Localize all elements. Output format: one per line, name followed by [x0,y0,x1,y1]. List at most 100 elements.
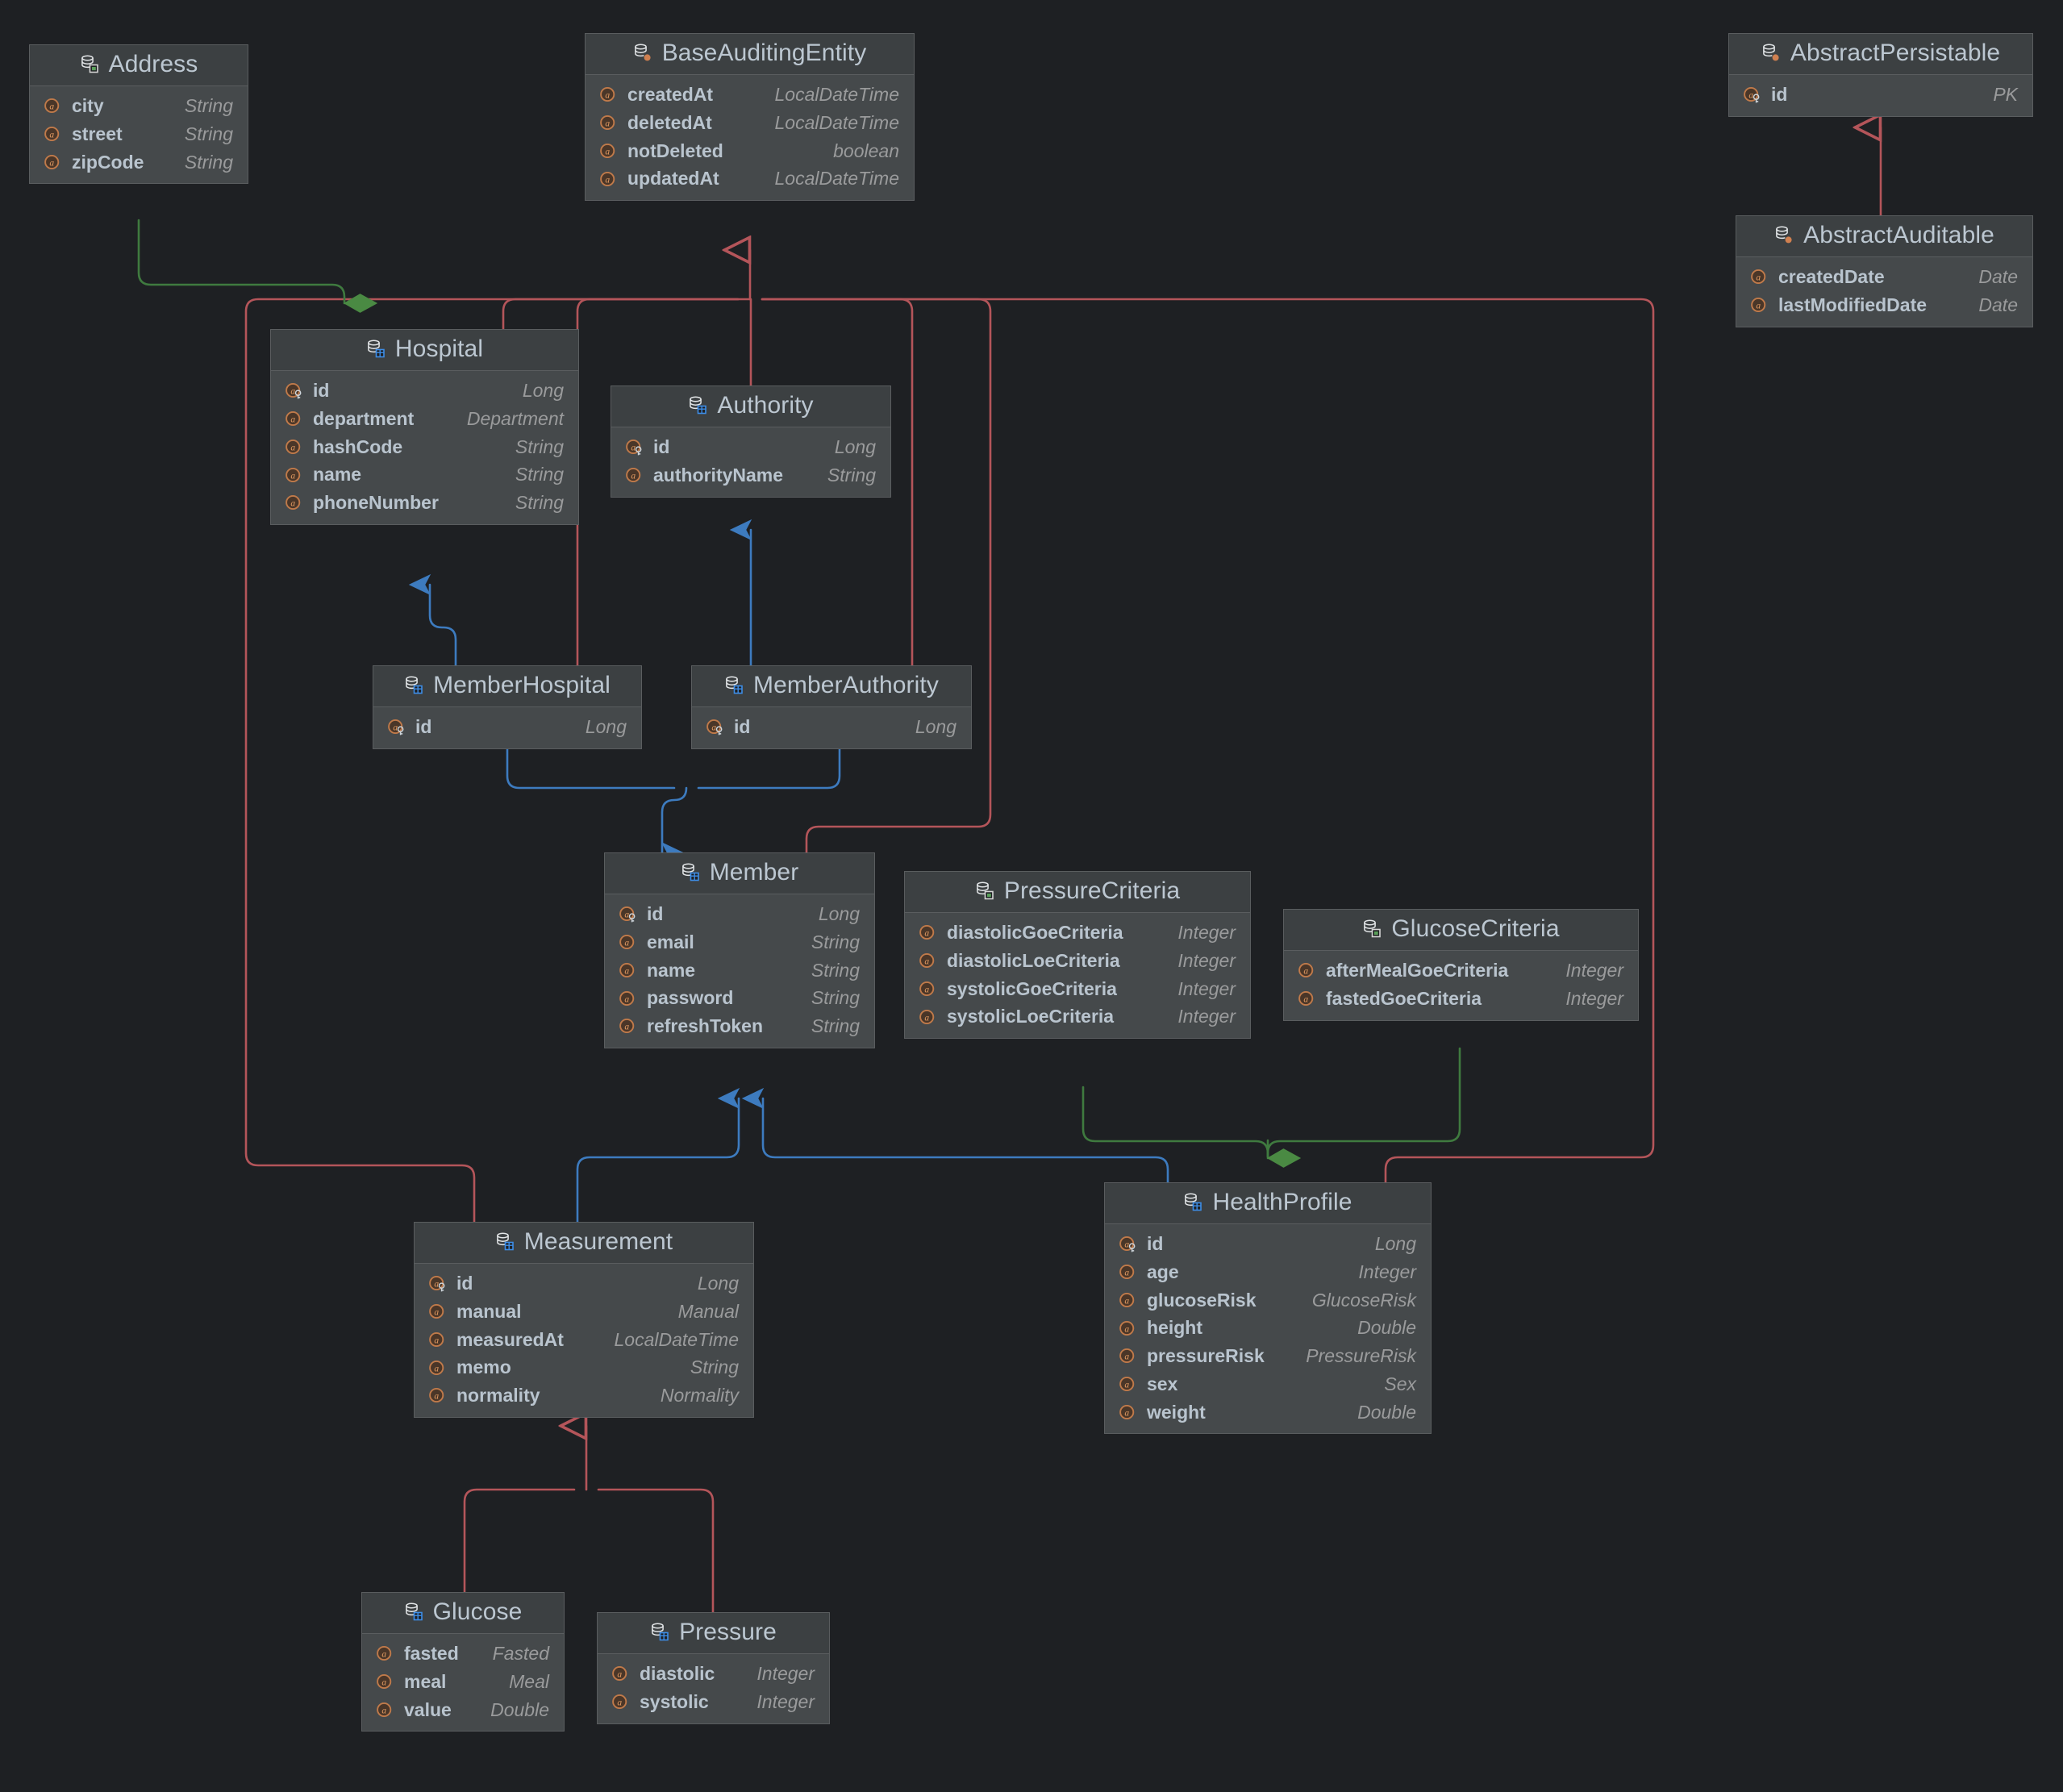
svg-text:a: a [381,1706,386,1715]
uml-attribute-name: id [653,436,670,457]
uml-class-header-healthprofile: HealthProfile [1105,1183,1431,1224]
uml-attribute-name: measuredAt [456,1328,564,1350]
uml-attribute-row[interactable]: a systolicGoeCriteria Integer [905,975,1250,1003]
uml-class-memberauthority[interactable]: MemberAuthority a id Long [691,665,972,749]
uml-attribute-row[interactable]: a systolicLoeCriteria Integer [905,1002,1250,1031]
uml-attribute-row[interactable]: a meal Meal [362,1668,564,1696]
uml-attribute-row[interactable]: a password String [605,984,874,1012]
uml-attribute-row[interactable]: a phoneNumber String [271,489,578,517]
uml-attribute-type: String [811,987,860,1009]
uml-class-abstractauditable[interactable]: AbstractAuditable a createdDate Date a lastMo… [1736,215,2033,327]
uml-class-hospital[interactable]: Hospital a id Long a department Department a has… [270,329,579,525]
uml-attribute-type: Long [834,436,876,457]
uml-attribute-row[interactable]: a diastolicGoeCriteria Integer [905,919,1250,947]
uml-attribute-row[interactable]: a name String [605,956,874,985]
edge-pressurecriteria-to-healthprofile [1082,1086,1269,1158]
uml-class-header-authority: Authority [611,386,890,427]
attribute-icon: a [427,1301,448,1322]
uml-attribute-row[interactable]: a pressureRisk PressureRisk [1105,1342,1431,1370]
uml-attribute-row[interactable]: a createdDate Date [1736,263,2032,291]
uml-attribute-row[interactable]: a measuredAt LocalDateTime [415,1326,753,1354]
uml-attribute-row[interactable]: a lastModifiedDate Date [1736,291,2032,319]
uml-attribute-row[interactable]: a name String [271,461,578,489]
uml-class-glucose[interactable]: Glucose a fasted Fasted a meal Meal a value Doubl… [361,1592,565,1732]
uml-attribute-row[interactable]: a systolic Integer [598,1688,829,1716]
uml-attribute-row[interactable]: a createdAt LocalDateTime [586,81,914,109]
uml-class-attributes-pressurecriteria: a diastolicGoeCriteria Integer a diastolicLo… [905,913,1250,1038]
uml-attribute-type: Long [585,716,627,737]
uml-class-member[interactable]: Member a id Long a email String a name String a pas… [604,852,875,1048]
database-entity-icon [688,395,709,416]
uml-attribute-row[interactable]: a zipCode String [30,148,248,177]
uml-class-healthprofile[interactable]: HealthProfile a id Long a age Integer a glucoseR… [1104,1182,1432,1435]
uml-attribute-row[interactable]: a afterMealGoeCriteria Integer [1284,956,1638,985]
attribute-icon: a [1118,1402,1139,1423]
uml-attribute-type: String [811,1015,860,1036]
uml-attribute-row[interactable]: a diastolic Integer [598,1660,829,1688]
uml-attribute-row[interactable]: a refreshToken String [605,1012,874,1040]
uml-attribute-name: memo [456,1357,511,1378]
uml-class-header-measurement: Measurement [415,1223,753,1264]
uml-attribute-name: name [313,464,362,486]
uml-class-measurement[interactable]: Measurement a id Long a manual Manual a measured… [414,1222,754,1418]
uml-class-abstractpersistable[interactable]: AbstractPersistable a id PK [1728,33,2033,117]
uml-attribute-row[interactable]: a department Department [271,405,578,433]
uml-attribute-name: zipCode [72,151,144,173]
svg-text:a: a [624,994,629,1004]
uml-class-header-abstractauditable: AbstractAuditable [1736,216,2032,257]
svg-text:a: a [434,1392,439,1402]
svg-text:a: a [1124,1352,1129,1362]
uml-attribute-row[interactable]: a sex Sex [1105,1370,1431,1398]
uml-attribute-row[interactable]: a fasted Fasted [362,1640,564,1668]
uml-class-header-address: Address [30,45,248,86]
uml-attribute-row[interactable]: a weight Double [1105,1398,1431,1427]
uml-attribute-row[interactable]: a id Long [1105,1230,1431,1258]
uml-attribute-row[interactable]: a value Double [362,1696,564,1724]
uml-class-address[interactable]: Address a city String a street String a zipCode S… [29,44,248,185]
uml-attribute-row[interactable]: a id Long [415,1269,753,1298]
uml-attribute-row[interactable]: a id Long [611,433,890,461]
uml-attribute-name: id [734,716,751,737]
uml-attribute-row[interactable]: a manual Manual [415,1298,753,1326]
uml-attribute-row[interactable]: a id PK [1729,81,2032,109]
attribute-icon: a [624,465,645,486]
uml-attribute-type: Integer [1177,1006,1236,1027]
uml-attribute-row[interactable]: a memo String [415,1353,753,1382]
uml-diagram-canvas: Address a city String a street String a zipCode S… [0,0,2063,1792]
svg-text:a: a [631,472,636,481]
uml-class-memberhospital[interactable]: MemberHospital a id Long [373,665,642,749]
attribute-icon: a [618,960,639,981]
uml-class-pressurecriteria[interactable]: PressureCriteria a diastolicGoeCriteria Int… [904,871,1251,1039]
uml-class-baseauditingentity[interactable]: BaseAuditingEntity a createdAt LocalDateTim… [585,33,915,201]
uml-attribute-type: Integer [1358,1261,1416,1282]
uml-attribute-row[interactable]: a city String [30,92,248,120]
uml-attribute-row[interactable]: a age Integer [1105,1258,1431,1286]
uml-attribute-row[interactable]: a height Double [1105,1314,1431,1342]
uml-attribute-row[interactable]: a id Long [373,713,641,741]
uml-attribute-row[interactable]: a email String [605,928,874,956]
uml-attribute-row[interactable]: a id Long [605,900,874,928]
uml-class-authority[interactable]: Authority a id Long a authorityName String [611,385,891,498]
uml-attribute-row[interactable]: a deletedAt LocalDateTime [586,109,914,137]
svg-text:a: a [624,939,629,948]
uml-class-pressure[interactable]: Pressure a diastolic Integer a systolic Intege… [597,1612,830,1724]
uml-attribute-row[interactable]: a id Long [271,377,578,405]
uml-attribute-name: id [1771,84,1788,105]
uml-attribute-row[interactable]: a authorityName String [611,461,890,490]
uml-attribute-row[interactable]: a street String [30,120,248,148]
attribute-icon: a [598,112,619,133]
svg-text:a: a [624,966,629,976]
uml-attribute-row[interactable]: a normality Normality [415,1382,753,1410]
uml-attribute-row[interactable]: a diastolicLoeCriteria Integer [905,947,1250,975]
uml-attribute-row[interactable]: a updatedAt LocalDateTime [586,165,914,193]
uml-class-glucosecriteria[interactable]: GlucoseCriteria a afterMealGoeCriteria Inte… [1283,909,1639,1021]
uml-attribute-row[interactable]: a notDeleted boolean [586,137,914,165]
uml-attribute-row[interactable]: a fastedGoeCriteria Integer [1284,985,1638,1013]
uml-attribute-row[interactable]: a id Long [692,713,971,741]
svg-text:a: a [1124,1296,1129,1306]
uml-attribute-row[interactable]: a glucoseRisk GlucoseRisk [1105,1286,1431,1315]
svg-text:a: a [1748,91,1753,101]
svg-text:a: a [605,147,610,156]
database-embeddable-icon [80,54,101,75]
uml-attribute-row[interactable]: a hashCode String [271,433,578,461]
